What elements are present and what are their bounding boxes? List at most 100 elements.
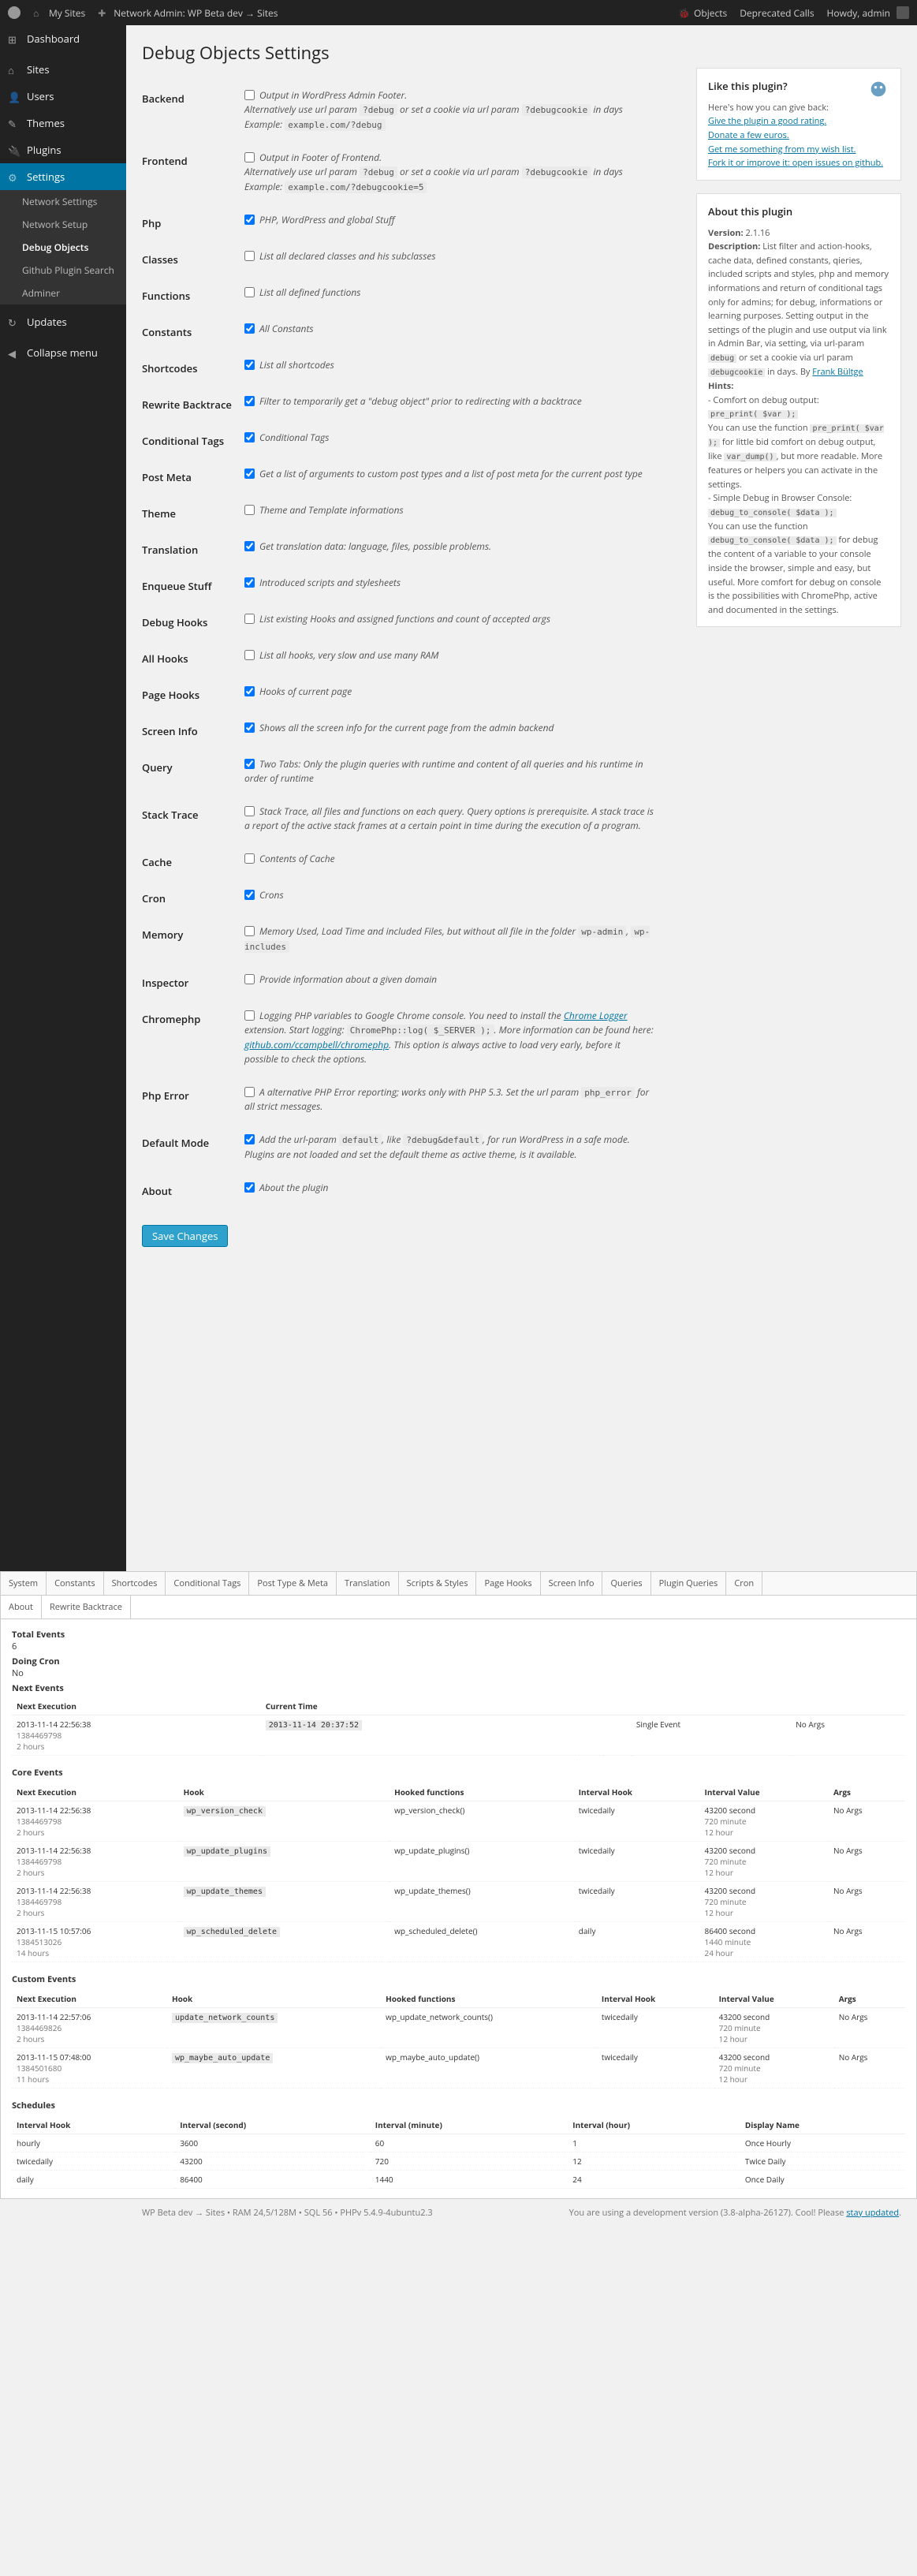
- checkbox-inspector[interactable]: [244, 974, 255, 984]
- bug-icon: 🐞: [678, 6, 691, 19]
- like-plugin-title: Like this plugin?: [708, 78, 889, 95]
- like-link-rating[interactable]: Give the plugin a good rating.: [708, 115, 826, 127]
- checkbox-backend[interactable]: [244, 90, 255, 100]
- checkbox-cache[interactable]: [244, 853, 255, 864]
- submenu-network-setup[interactable]: Network Setup: [0, 213, 126, 236]
- checkbox-cron[interactable]: [244, 890, 255, 900]
- menu-dashboard[interactable]: ⊞Dashboard: [0, 25, 126, 52]
- users-icon: 👤: [8, 90, 21, 103]
- checkbox-constants[interactable]: [244, 323, 255, 334]
- tab-plugin-queries[interactable]: Plugin Queries: [651, 1572, 727, 1595]
- menu-themes[interactable]: ✎Themes: [0, 110, 126, 136]
- current-time-value: 2013-11-14 20:37:52: [266, 1720, 362, 1730]
- checkbox-query[interactable]: [244, 759, 255, 769]
- checkbox-allhooks[interactable]: [244, 650, 255, 660]
- checkbox-phperror[interactable]: [244, 1087, 255, 1097]
- footer: WP Beta dev → Sites • RAM 24,5/128M • SQ…: [126, 2199, 917, 2227]
- checkbox-enqueue[interactable]: [244, 577, 255, 588]
- row-label-defaultmode: Default Mode: [142, 1125, 244, 1173]
- row-label-memory: Memory: [142, 917, 244, 965]
- desc-text: List filter and action-hooks, cache data…: [708, 241, 889, 349]
- about-plugin-box: About this plugin Version: 2.1.16 Descri…: [696, 193, 901, 628]
- checkbox-debughooks[interactable]: [244, 614, 255, 624]
- row-label-functions: Functions: [142, 278, 244, 314]
- checkbox-memory[interactable]: [244, 926, 255, 936]
- checkbox-php[interactable]: [244, 215, 255, 225]
- checkbox-screeninfo[interactable]: [244, 722, 255, 733]
- row-label-backend: Backend: [142, 80, 244, 143]
- chrome-logger-link[interactable]: Chrome Logger: [564, 1009, 628, 1022]
- row-label-cache: Cache: [142, 844, 244, 880]
- network-admin-link[interactable]: ✚Network Admin: WP Beta dev → Sites: [98, 6, 278, 20]
- subtab-about[interactable]: About: [1, 1596, 42, 1618]
- my-sites-link[interactable]: ⌂My Sites: [33, 6, 85, 20]
- menu-users[interactable]: 👤Users: [0, 83, 126, 110]
- row-label-query: Query: [142, 749, 244, 797]
- footer-right-text: You are using a development version (3.8…: [569, 2207, 847, 2219]
- tab-conditional-tags[interactable]: Conditional Tags: [166, 1572, 249, 1595]
- subtab-rewrite-backtrace[interactable]: Rewrite Backtrace: [42, 1596, 131, 1618]
- submenu-network-settings[interactable]: Network Settings: [0, 190, 126, 213]
- tab-constants[interactable]: Constants: [47, 1572, 103, 1595]
- checkbox-translation[interactable]: [244, 541, 255, 551]
- save-button[interactable]: Save Changes: [142, 1225, 228, 1247]
- row-label-php: Php: [142, 205, 244, 241]
- hints-label: Hints:: [708, 380, 733, 392]
- doing-cron-label: Doing Cron: [12, 1656, 905, 1667]
- checkbox-about[interactable]: [244, 1182, 255, 1193]
- col-next-exec: Next Execution: [12, 1697, 261, 1715]
- footer-stay-updated-link[interactable]: stay updated: [846, 2207, 899, 2219]
- checkbox-classes[interactable]: [244, 251, 255, 261]
- menu-plugins[interactable]: 🔌Plugins: [0, 136, 126, 163]
- tab-page-hooks[interactable]: Page Hooks: [476, 1572, 540, 1595]
- deprecated-calls-link[interactable]: Deprecated Calls: [740, 6, 814, 20]
- chromephp-github-link[interactable]: github.com/ccampbell/chromephp: [244, 1038, 389, 1051]
- tab-screen-info[interactable]: Screen Info: [541, 1572, 603, 1595]
- checkbox-shortcodes[interactable]: [244, 360, 255, 370]
- like-link-donate[interactable]: Donate a few euros.: [708, 129, 789, 141]
- menu-settings[interactable]: ⚙Settings: [0, 163, 126, 190]
- tab-cron[interactable]: Cron: [726, 1572, 762, 1595]
- row-label-about: About: [142, 1173, 244, 1209]
- tab-shortcodes[interactable]: Shortcodes: [104, 1572, 166, 1595]
- checkbox-stacktrace[interactable]: [244, 806, 255, 816]
- hint1-code: pre_print( $var );: [708, 410, 798, 419]
- checkbox-defaultmode[interactable]: [244, 1134, 255, 1144]
- row-label-translation: Translation: [142, 532, 244, 568]
- submenu-debug-objects[interactable]: Debug Objects: [0, 236, 126, 259]
- submenu-adminer[interactable]: Adminer: [0, 282, 126, 304]
- total-events-value: 6: [12, 1641, 17, 1652]
- checkbox-chromephp[interactable]: [244, 1010, 255, 1021]
- checkbox-rewrite[interactable]: [244, 396, 255, 406]
- wp-logo[interactable]: [8, 6, 21, 19]
- tab-system[interactable]: System: [1, 1572, 47, 1595]
- settings-submenu: Network Settings Network Setup Debug Obj…: [0, 190, 126, 304]
- next-events-label: Next Events: [12, 1682, 905, 1694]
- objects-link[interactable]: 🐞Objects: [678, 6, 727, 20]
- checkbox-theme[interactable]: [244, 505, 255, 515]
- checkbox-functions[interactable]: [244, 287, 255, 297]
- checkbox-pagehooks[interactable]: [244, 686, 255, 696]
- submenu-github-plugin-search[interactable]: Github Plugin Search: [0, 259, 126, 282]
- row-label-cron: Cron: [142, 880, 244, 917]
- menu-updates[interactable]: ↻Updates: [0, 308, 126, 335]
- like-link-github[interactable]: Fork it or improve it: open issues on gi…: [708, 157, 883, 169]
- checkbox-condtags[interactable]: [244, 432, 255, 442]
- like-link-wishlist[interactable]: Get me something from my wish list.: [708, 144, 856, 155]
- checkbox-postmeta[interactable]: [244, 469, 255, 479]
- tab-scripts-styles[interactable]: Scripts & Styles: [399, 1572, 477, 1595]
- howdy-link[interactable]: Howdy, admin: [827, 6, 909, 20]
- menu-sites[interactable]: ⌂Sites: [0, 56, 126, 83]
- table-row: 2013-11-15 07:48:00138450168011 hours wp…: [12, 2048, 905, 2089]
- desc-label: Description:: [708, 241, 760, 252]
- menu-collapse[interactable]: ◀Collapse menu: [0, 339, 126, 366]
- doing-cron-value: No: [12, 1667, 24, 1679]
- table-row: 2013-11-14 22:56:3813844697982 hours 201…: [12, 1715, 905, 1756]
- tab-translation[interactable]: Translation: [337, 1572, 399, 1595]
- tab-post-type-meta[interactable]: Post Type & Meta: [249, 1572, 337, 1595]
- tab-queries[interactable]: Queries: [602, 1572, 650, 1595]
- checkbox-frontend[interactable]: [244, 152, 255, 162]
- core-events-title: Core Events: [12, 1767, 905, 1779]
- admin-menu: ⊞Dashboard ⌂Sites 👤Users ✎Themes 🔌Plugin…: [0, 25, 126, 1571]
- author-link[interactable]: Frank Bültge: [812, 366, 863, 378]
